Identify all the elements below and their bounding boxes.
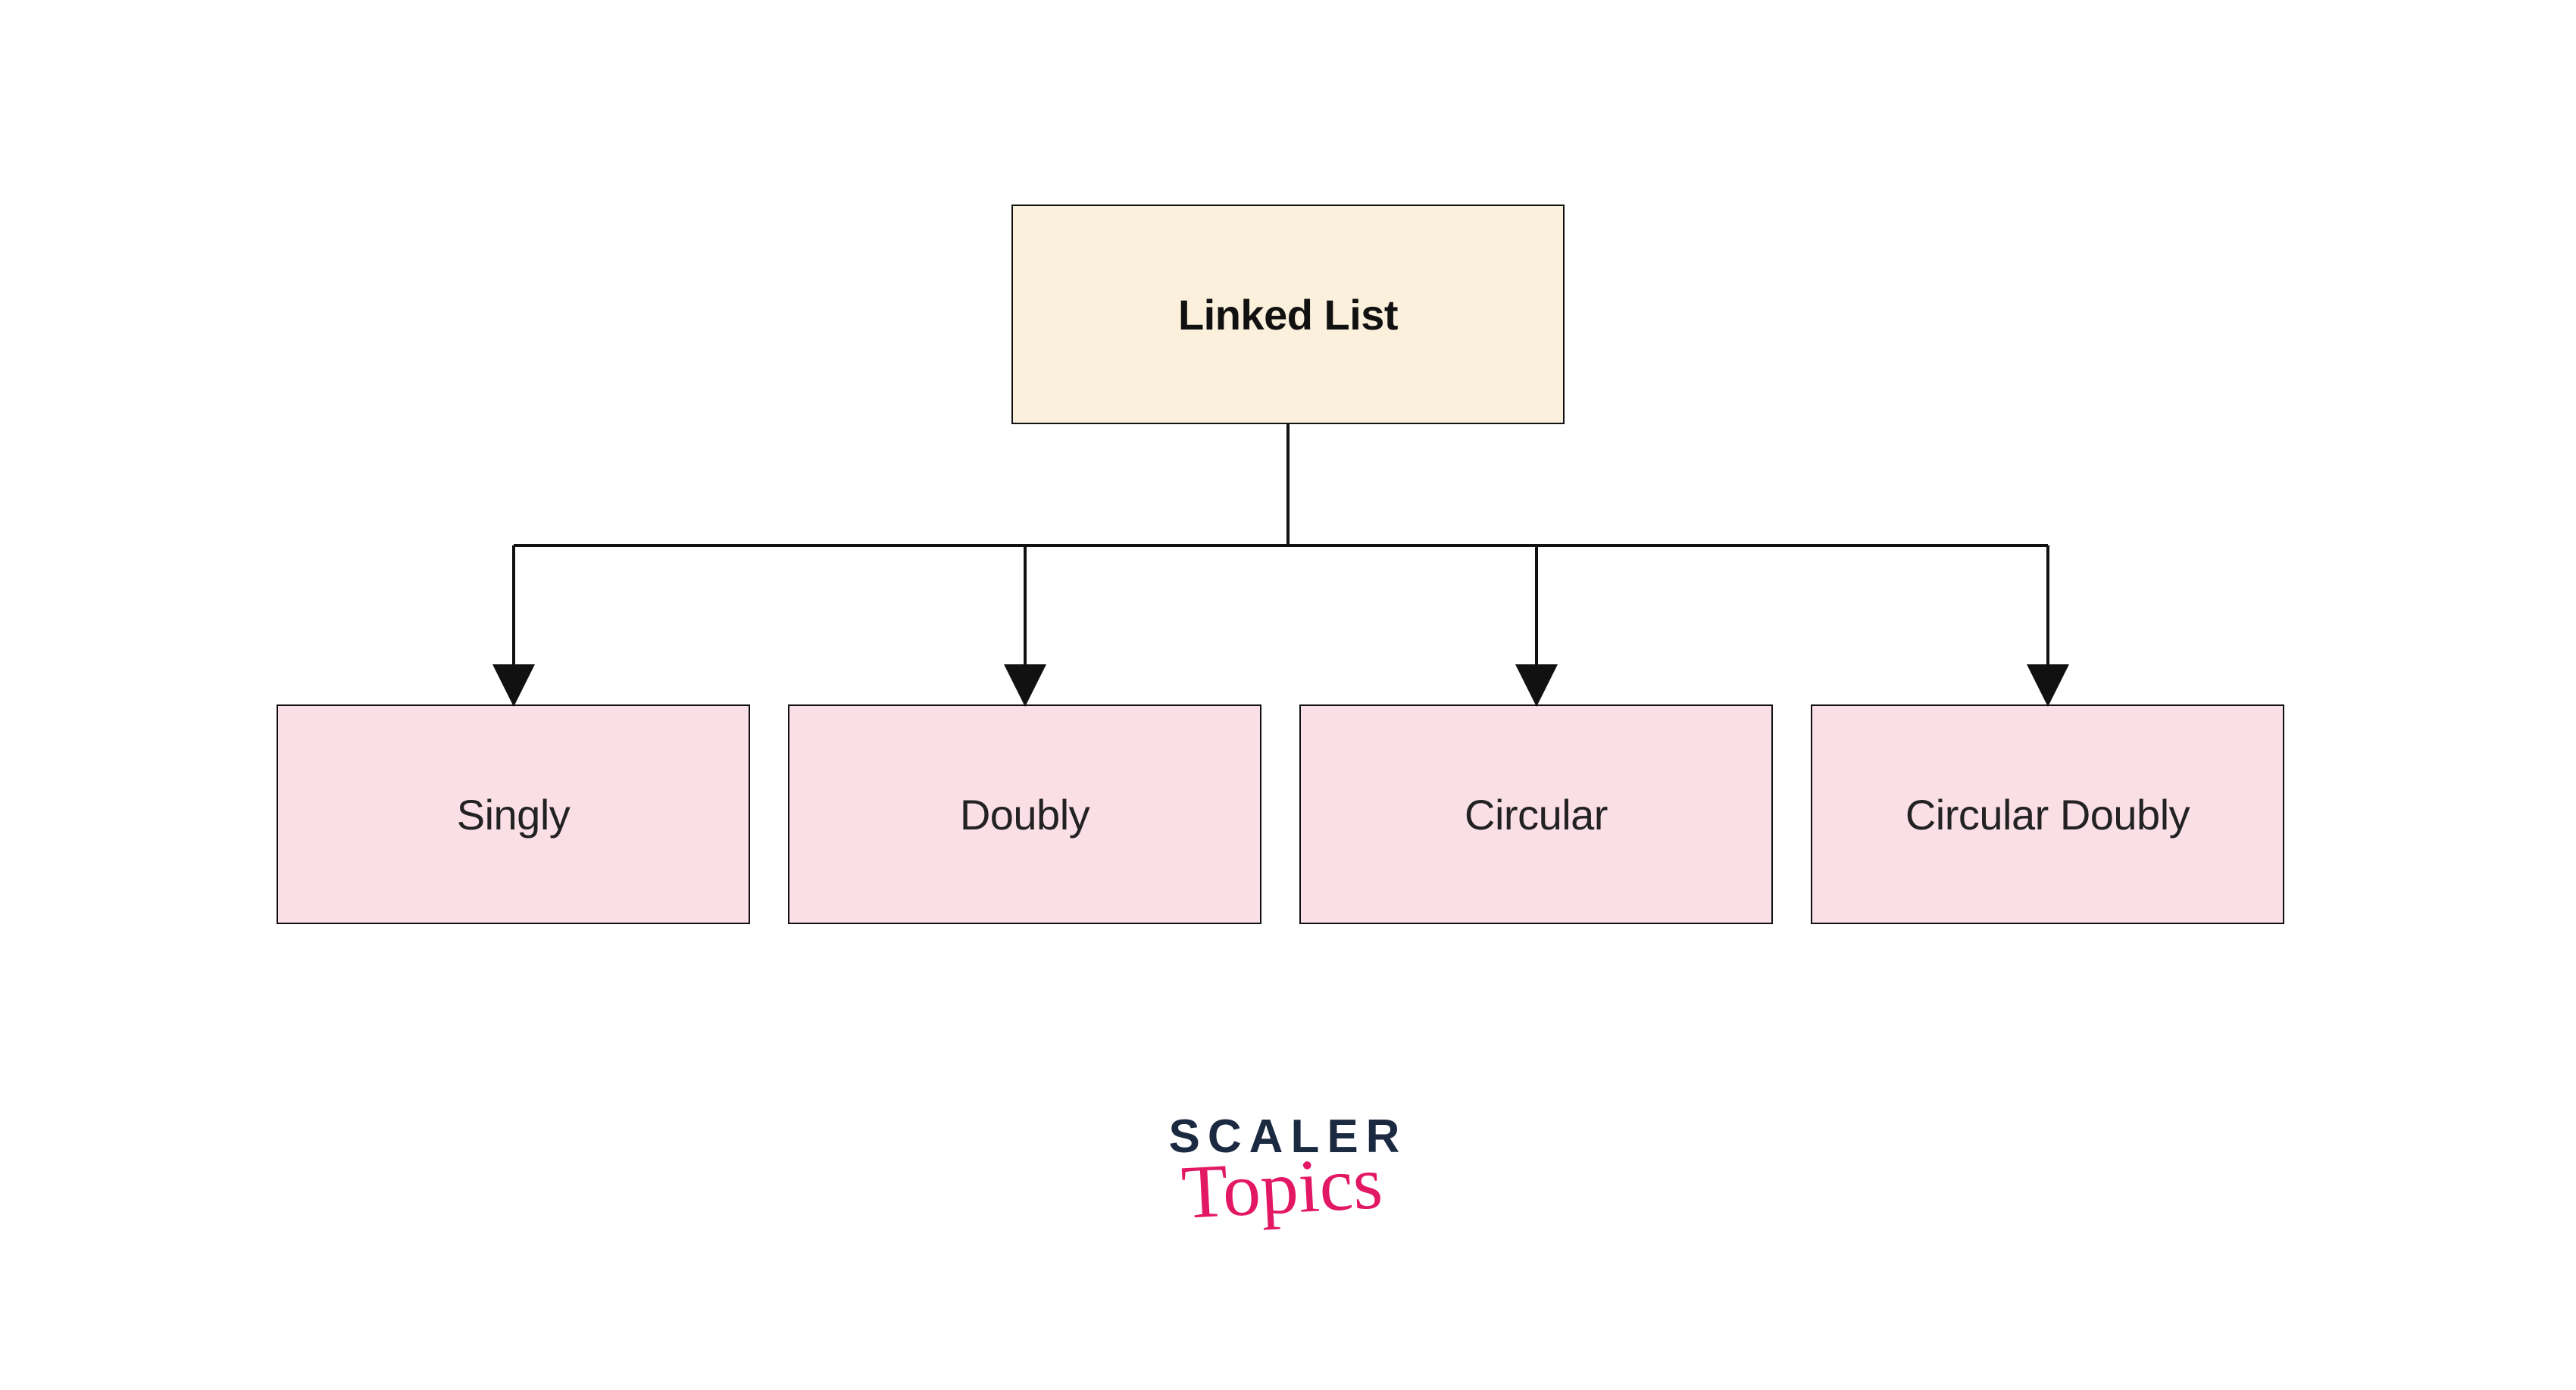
child-node-label: Circular: [1465, 790, 1608, 839]
child-node-circular-doubly: Circular Doubly: [1811, 704, 2284, 924]
root-node-label: Linked List: [1178, 290, 1398, 339]
child-node-label: Singly: [457, 790, 571, 839]
brand-logo: SCALER Topics: [1129, 1114, 1447, 1210]
brand-word-topics: Topics: [1122, 1157, 1443, 1219]
child-node-label: Circular Doubly: [1905, 790, 2190, 839]
child-node-doubly: Doubly: [788, 704, 1261, 924]
diagram-canvas: Linked List Singly Doubly Circular Circu…: [0, 0, 2576, 1390]
child-node-singly: Singly: [277, 704, 750, 924]
child-node-circular: Circular: [1299, 704, 1773, 924]
child-node-label: Doubly: [960, 790, 1089, 839]
root-node: Linked List: [1011, 205, 1565, 424]
